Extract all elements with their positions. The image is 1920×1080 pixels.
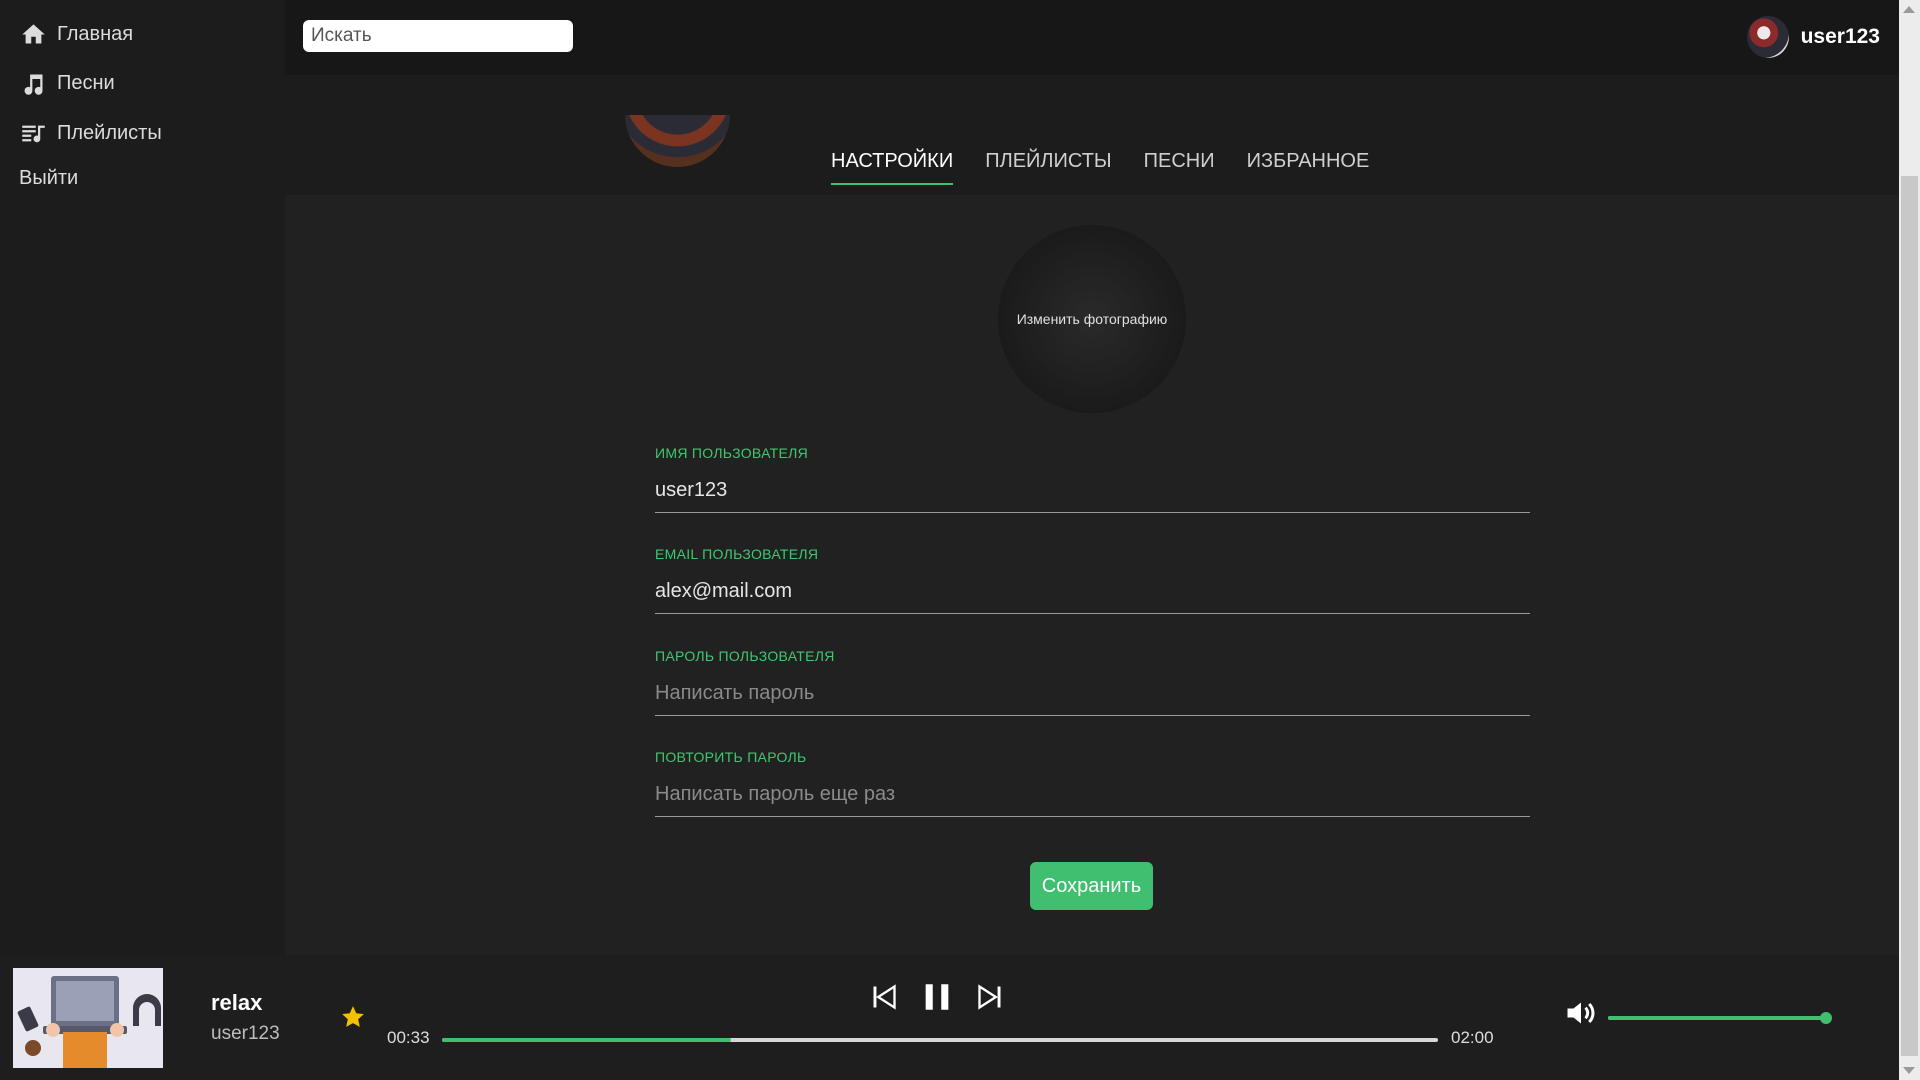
sidebar-item-label: Плейлисты <box>57 122 162 144</box>
favorite-star-icon[interactable] <box>340 1004 366 1030</box>
pause-icon[interactable] <box>920 979 954 1015</box>
username-field[interactable] <box>655 479 1530 513</box>
track-title: relax <box>211 990 263 1015</box>
current-time: 00:33 <box>387 1028 430 1047</box>
total-time: 02:00 <box>1451 1028 1494 1047</box>
sidebar-item-songs[interactable]: Песни <box>20 70 115 97</box>
password-label: ПАРОЛЬ ПОЛЬЗОВАТЕЛЯ <box>655 648 835 664</box>
scroll-up-icon[interactable] <box>1903 6 1915 13</box>
email-field-group: EMAIL ПОЛЬЗОВАТЕЛЯ <box>655 546 1530 614</box>
email-label: EMAIL ПОЛЬЗОВАТЕЛЯ <box>655 546 819 562</box>
password-field-group: ПАРОЛЬ ПОЛЬЗОВАТЕЛЯ <box>655 648 1530 716</box>
username-field-group: ИМЯ ПОЛЬЗОВАТЕЛЯ <box>655 445 1530 513</box>
progress-fill <box>442 1038 731 1042</box>
email-field[interactable] <box>655 580 1530 614</box>
page-scrollbar[interactable] <box>1899 0 1920 1080</box>
volume-icon[interactable] <box>1563 995 1599 1031</box>
volume-fill <box>1608 1016 1826 1020</box>
search-input[interactable] <box>303 20 573 52</box>
track-artist: user123 <box>211 1023 280 1044</box>
player-bar: relax user123 00:33 02:00 <box>0 955 1899 1080</box>
cover-illustration <box>13 968 163 1068</box>
playback-controls <box>870 979 1004 1015</box>
password-field[interactable] <box>655 682 1530 716</box>
settings-panel: Изменить фотографию ИМЯ ПОЛЬЗОВАТЕЛЯ EMA… <box>285 195 1899 955</box>
home-icon <box>22 24 45 44</box>
playlist-icon <box>22 125 45 143</box>
username-label: ИМЯ ПОЛЬЗОВАТЕЛЯ <box>655 445 809 461</box>
volume-knob[interactable] <box>1820 1012 1832 1024</box>
header-username: user123 <box>1800 25 1880 48</box>
change-photo-button[interactable]: Изменить фотографию <box>998 225 1186 413</box>
change-photo-label: Изменить фотографию <box>1016 311 1168 327</box>
previous-track-icon[interactable] <box>870 983 898 1011</box>
volume-slider[interactable] <box>1608 1012 1832 1024</box>
sidebar: Главная Песни Плейлисты Выйти <box>0 0 285 955</box>
music-note-icon <box>24 74 43 95</box>
sidebar-item-label: Песни <box>57 72 115 94</box>
logout-link[interactable]: Выйти <box>19 167 78 190</box>
progress-bar[interactable] <box>442 1038 1438 1042</box>
track-cover <box>13 968 163 1068</box>
tab-songs[interactable]: ПЕСНИ <box>1144 150 1215 185</box>
profile-avatar <box>625 115 730 167</box>
sidebar-item-playlists[interactable]: Плейлисты <box>20 120 162 147</box>
profile-tabs: НАСТРОЙКИ ПЛЕЙЛИСТЫ ПЕСНИ ИЗБРАННОЕ <box>831 150 1369 185</box>
user-menu[interactable]: user123 <box>1746 16 1880 58</box>
scroll-thumb[interactable] <box>1901 176 1918 1056</box>
scroll-down-icon[interactable] <box>1903 1067 1915 1074</box>
tab-favorites[interactable]: ИЗБРАННОЕ <box>1247 150 1370 185</box>
repeat-password-field[interactable] <box>655 783 1530 817</box>
repeat-password-field-group: ПОВТОРИТЬ ПАРОЛЬ <box>655 749 1530 817</box>
sidebar-item-home[interactable]: Главная <box>20 21 133 48</box>
avatar <box>1746 16 1789 58</box>
next-track-icon[interactable] <box>976 983 1004 1011</box>
save-button[interactable]: Сохранить <box>1030 862 1153 910</box>
tab-settings[interactable]: НАСТРОЙКИ <box>831 150 954 185</box>
tab-playlists[interactable]: ПЛЕЙЛИСТЫ <box>985 150 1111 185</box>
sidebar-item-label: Главная <box>57 23 134 45</box>
repeat-password-label: ПОВТОРИТЬ ПАРОЛЬ <box>655 749 807 765</box>
